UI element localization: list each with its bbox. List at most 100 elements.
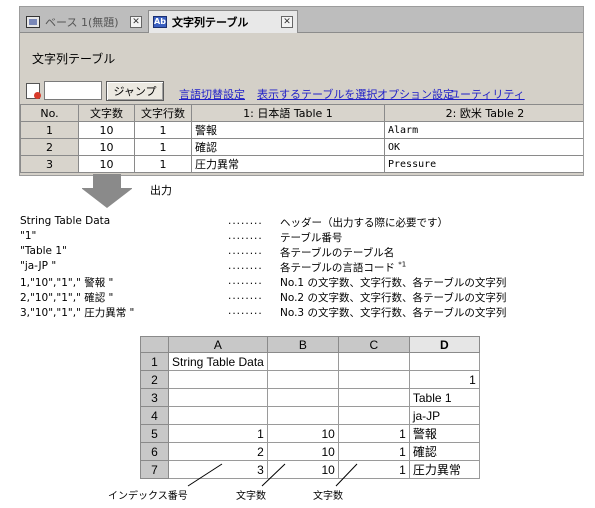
cell[interactable] <box>168 406 268 425</box>
cell[interactable]: 10 <box>266 424 339 443</box>
column-header[interactable]: 文字行数 <box>134 104 192 122</box>
cell[interactable] <box>337 406 410 425</box>
row-header[interactable]: 3 <box>140 388 169 407</box>
cell[interactable]: String Table Data <box>168 352 268 371</box>
cell[interactable]: 警報 <box>408 424 480 443</box>
column-header[interactable]: B <box>266 336 339 353</box>
cell[interactable]: ja-JP <box>408 406 480 425</box>
close-icon[interactable]: ✕ <box>130 15 142 28</box>
language-switch-link[interactable]: 言語切替設定 <box>179 86 245 102</box>
csv-line-description: No.1 の文字数、文字行数、各テーブルの文字列 <box>280 277 507 289</box>
list-item: 2,"10","1"," 確認 " ........ No.2 の文字数、文字行… <box>20 290 590 305</box>
table1-string-cell[interactable]: 確認 <box>191 138 385 156</box>
line-count-cell[interactable]: 1 <box>134 138 192 156</box>
row-number[interactable]: 2 <box>20 138 79 156</box>
list-item: "1" ........ テーブル番号 <box>20 230 590 245</box>
string-table-editor-window: ベース 1(無題) ✕ Ab 文字列テーブル ✕ 文字列テーブル ジャンプ 言語… <box>19 6 584 176</box>
row-header[interactable]: 7 <box>140 460 169 479</box>
table-row: 2 1 <box>140 370 480 389</box>
cell[interactable]: 1 <box>337 442 410 461</box>
csv-line: 2,"10","1"," 確認 " <box>20 292 114 304</box>
annotation-char-count-2: 文字数 <box>313 491 343 502</box>
table-row: 7 3 10 1 圧力異常 <box>140 460 480 479</box>
column-header[interactable]: 1: 日本語 Table 1 <box>191 104 385 122</box>
column-header[interactable]: 2: 欧米 Table 2 <box>384 104 583 122</box>
char-count-cell[interactable]: 10 <box>78 155 135 173</box>
row-number[interactable]: 1 <box>20 121 79 139</box>
table2-string-cell[interactable]: OK <box>384 138 583 156</box>
select-all-corner[interactable] <box>140 336 169 353</box>
close-icon[interactable]: ✕ <box>281 16 293 28</box>
table-row: 1 10 1 警報 Alarm <box>20 121 583 139</box>
column-header[interactable]: A <box>168 336 268 353</box>
select-tables-link[interactable]: 表示するテーブルを選択 <box>257 86 377 102</box>
table-row: 5 1 10 1 警報 <box>140 424 480 443</box>
cell[interactable]: 3 <box>168 460 268 479</box>
leader-dots: ........ <box>228 275 263 287</box>
cell[interactable] <box>408 352 480 371</box>
jump-number-input[interactable] <box>44 81 102 100</box>
csv-line-description: No.2 の文字数、文字行数、各テーブルの文字列 <box>280 292 507 304</box>
table2-string-cell[interactable]: Pressure <box>384 155 583 173</box>
string-table-grid: No. 文字数 文字行数 1: 日本語 Table 1 2: 欧米 Table … <box>20 104 583 173</box>
cell[interactable] <box>337 352 410 371</box>
table-header-row: No. 文字数 文字行数 1: 日本語 Table 1 2: 欧米 Table … <box>20 104 583 122</box>
cell[interactable]: 10 <box>266 460 339 479</box>
line-count-cell[interactable]: 1 <box>134 121 192 139</box>
tab-string-table[interactable]: Ab 文字列テーブル ✕ <box>148 10 298 33</box>
row-header[interactable]: 2 <box>140 370 169 389</box>
column-header[interactable]: No. <box>20 104 79 122</box>
csv-line: String Table Data <box>20 215 111 227</box>
tab-string-table-label: 文字列テーブル <box>172 16 249 29</box>
option-settings-link[interactable]: オプション設定 <box>377 86 454 102</box>
cell[interactable] <box>337 388 410 407</box>
cell[interactable] <box>266 406 339 425</box>
cell[interactable]: 10 <box>266 442 339 461</box>
cell[interactable]: 1 <box>337 460 410 479</box>
cell[interactable] <box>168 388 268 407</box>
table1-string-cell[interactable]: 警報 <box>191 121 385 139</box>
row-header[interactable]: 5 <box>140 424 169 443</box>
cell[interactable]: 確認 <box>408 442 480 461</box>
column-header[interactable]: C <box>337 336 410 353</box>
cell[interactable]: 1 <box>168 424 268 443</box>
csv-line-description: ヘッダー（出力する際に必要です） <box>280 217 448 229</box>
cell[interactable] <box>337 370 410 389</box>
footnote-marker: *1 <box>398 260 407 269</box>
table1-string-cell[interactable]: 圧力異常 <box>191 155 385 173</box>
cell[interactable]: 圧力異常 <box>408 460 480 479</box>
list-item: String Table Data ........ ヘッダー（出力する際に必要… <box>20 215 590 230</box>
char-count-cell[interactable]: 10 <box>78 138 135 156</box>
leader-dots: ........ <box>228 245 263 257</box>
cell[interactable] <box>266 370 339 389</box>
row-header[interactable]: 6 <box>140 442 169 461</box>
string-table-icon: Ab <box>153 16 167 28</box>
tab-base-1[interactable]: ベース 1(無題) ✕ <box>22 10 146 33</box>
cell[interactable]: 1 <box>408 370 480 389</box>
csv-line: 3,"10","1"," 圧力異常 " <box>20 307 135 319</box>
annotation-char-count: 文字数 <box>236 491 266 502</box>
csv-explanation: String Table Data ........ ヘッダー（出力する際に必要… <box>20 215 590 320</box>
cell[interactable] <box>266 388 339 407</box>
csv-line-description: 各テーブルのテーブル名 <box>280 247 395 259</box>
utility-link[interactable]: ユーティリティ <box>449 86 525 102</box>
column-header[interactable]: 文字数 <box>78 104 135 122</box>
cell[interactable] <box>168 370 268 389</box>
cell[interactable] <box>266 352 339 371</box>
table2-string-cell[interactable]: Alarm <box>384 121 583 139</box>
row-number[interactable]: 3 <box>20 155 79 173</box>
cell[interactable]: Table 1 <box>408 388 480 407</box>
table-row: 6 2 10 1 確認 <box>140 442 480 461</box>
char-count-cell[interactable]: 10 <box>78 121 135 139</box>
jump-button[interactable]: ジャンプ <box>106 81 164 101</box>
row-header[interactable]: 1 <box>140 352 169 371</box>
table-row: 3 Table 1 <box>140 388 480 407</box>
cell[interactable]: 1 <box>337 424 410 443</box>
column-header[interactable]: D <box>408 336 480 353</box>
leader-dots: ........ <box>228 215 263 227</box>
line-count-cell[interactable]: 1 <box>134 155 192 173</box>
cell[interactable]: 2 <box>168 442 268 461</box>
leader-dots: ........ <box>228 305 263 317</box>
row-header[interactable]: 4 <box>140 406 169 425</box>
new-document-icon[interactable] <box>26 83 41 99</box>
